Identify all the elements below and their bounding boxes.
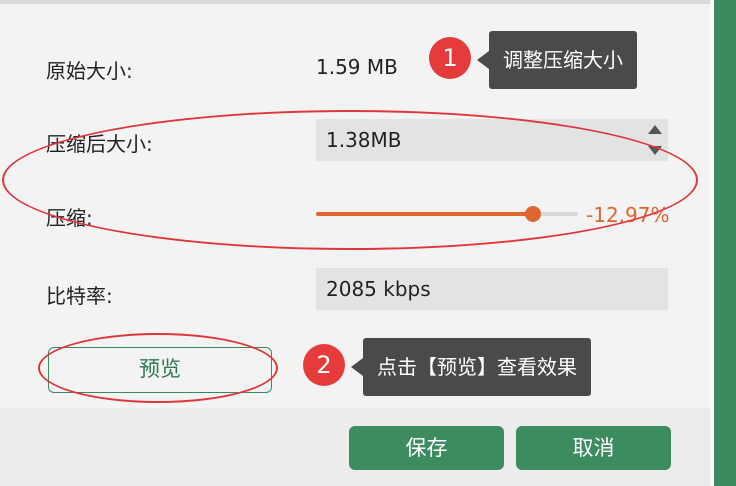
top-divider — [0, 0, 714, 4]
bitrate-label: 比特率: — [46, 284, 113, 308]
window-edge — [714, 0, 736, 486]
compression-slider[interactable] — [316, 206, 578, 222]
compression-label: 压缩: — [46, 206, 93, 230]
step-1-tooltip: 调整压缩大小 — [477, 31, 637, 89]
cancel-button[interactable]: 取消 — [516, 426, 671, 470]
bitrate-field[interactable]: 2085 kbps — [316, 268, 668, 310]
step-2-tooltip: 点击【预览】查看效果 — [351, 338, 591, 396]
spin-down-icon[interactable] — [648, 146, 662, 155]
original-size-value: 1.59 MB — [316, 55, 398, 79]
slider-thumb[interactable] — [525, 206, 542, 222]
step-1-badge: 1 — [429, 37, 471, 79]
save-button[interactable]: 保存 — [349, 426, 504, 470]
original-size-label: 原始大小: — [46, 59, 133, 83]
spin-up-icon[interactable] — [648, 125, 662, 134]
compressed-size-input[interactable]: 1.38MB — [316, 119, 668, 161]
compression-percent: -12.97% — [586, 203, 670, 227]
preview-button[interactable]: 预览 — [48, 347, 272, 393]
compressed-size-value: 1.38MB — [326, 128, 402, 152]
slider-fill — [316, 212, 534, 216]
size-spinner[interactable] — [648, 123, 662, 157]
compressed-size-label: 压缩后大小: — [46, 132, 153, 156]
step-2-badge: 2 — [303, 344, 345, 386]
bitrate-value: 2085 kbps — [326, 277, 431, 301]
